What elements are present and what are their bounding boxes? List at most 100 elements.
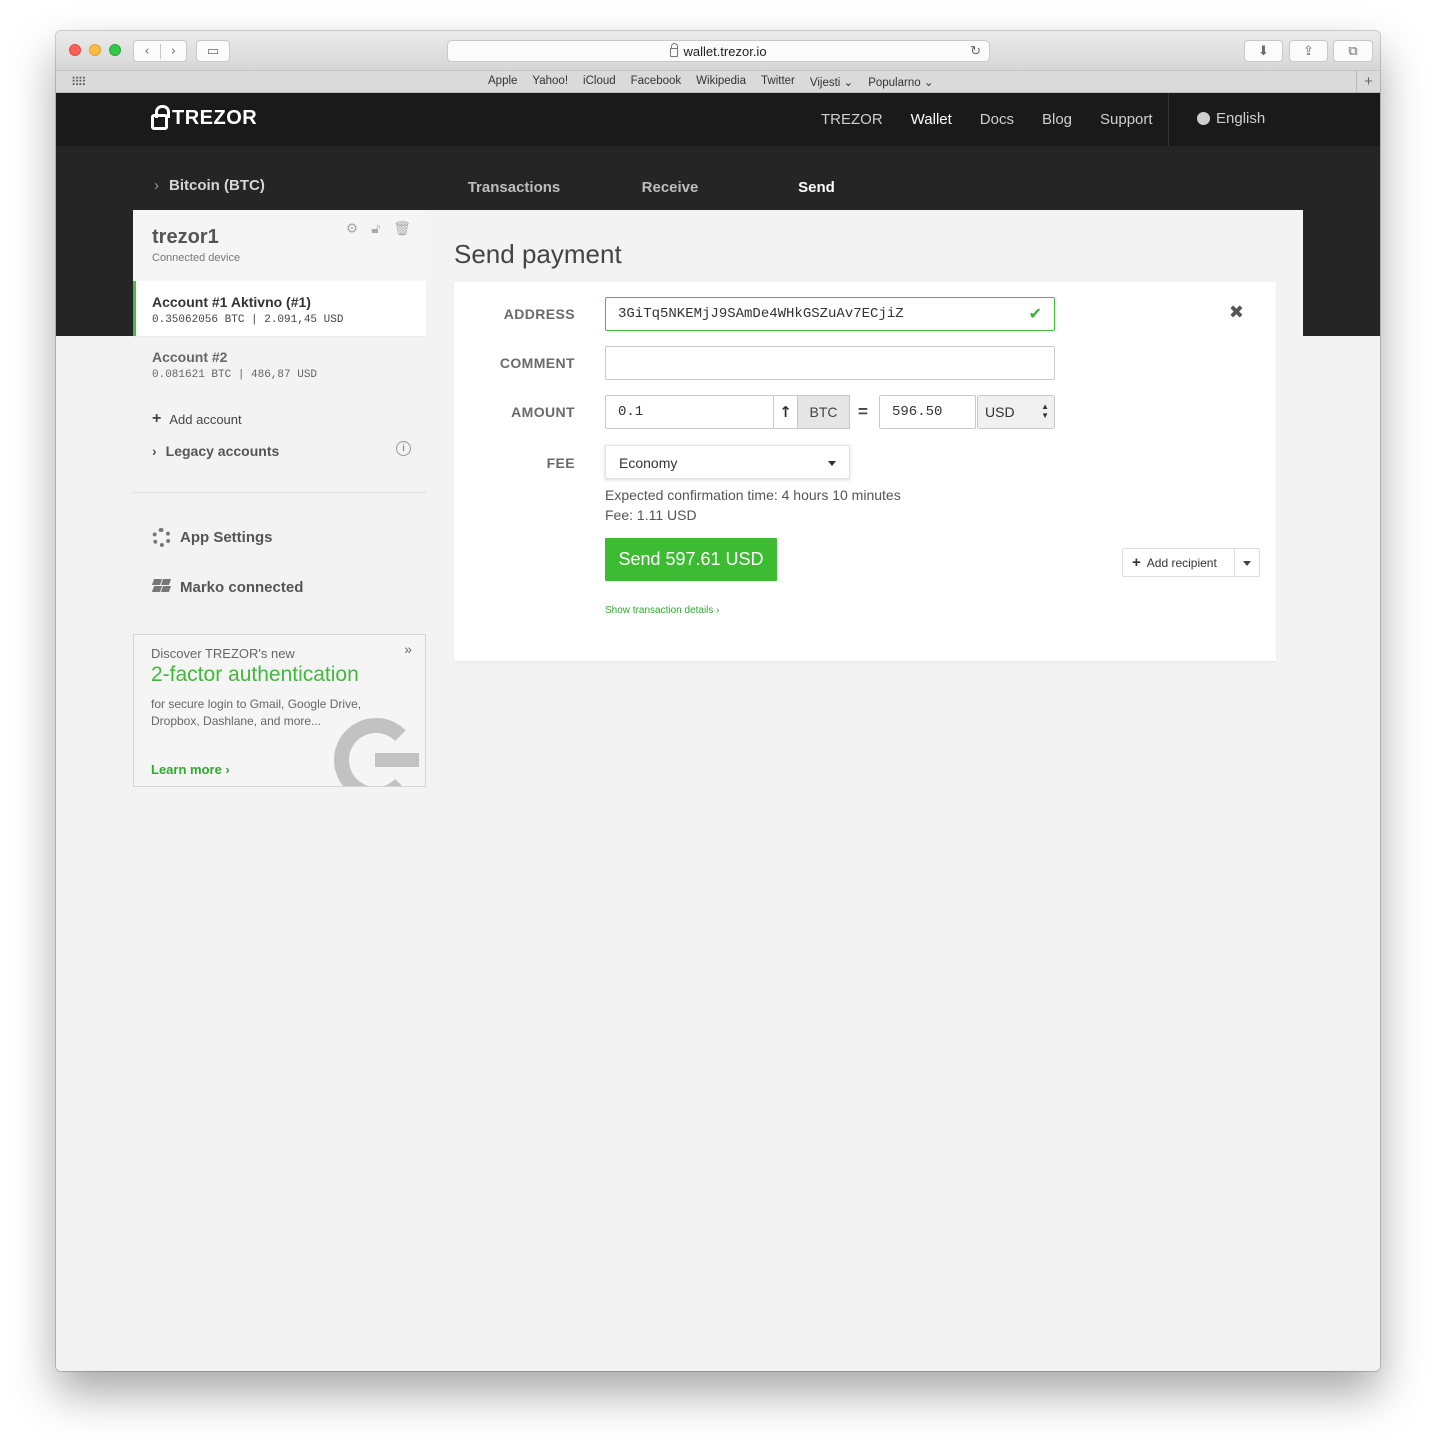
fiat-amount-input[interactable]: 596.50: [879, 395, 976, 429]
nav-docs[interactable]: Docs: [980, 111, 1014, 128]
arrow-up-icon[interactable]: ↑: [774, 395, 798, 429]
nav-wallet[interactable]: Wallet: [911, 111, 952, 128]
favorites-list: Apple Yahoo! iCloud Facebook Wikipedia T…: [488, 75, 933, 89]
address-label: ADDRESS: [503, 306, 575, 322]
browser-window: ‹ › ▭ wallet.trezor.io ↻ ⬇ ⇪ ⧉ ⠿⠿ Apple …: [56, 31, 1380, 1371]
equals-sign: =: [858, 402, 868, 421]
unlock-icon[interactable]: 🔓︎: [371, 221, 380, 237]
dropbox-link[interactable]: Marko connected: [133, 562, 426, 612]
send-button[interactable]: Send 597.61 USD: [605, 538, 777, 581]
trash-icon[interactable]: 🗑︎: [393, 221, 411, 237]
device-status: Connected device: [152, 252, 241, 264]
fee-level-select[interactable]: Economy: [605, 445, 850, 479]
device-actions: ⚙ 🔓︎ 🗑︎: [346, 221, 411, 237]
nav-support[interactable]: Support: [1100, 111, 1153, 128]
grid-icon[interactable]: ⠿⠿: [71, 75, 87, 89]
promo-title: 2-factor authentication: [151, 663, 359, 686]
nav-blog[interactable]: Blog: [1042, 111, 1072, 128]
chevron-right-icon: ›: [152, 443, 157, 459]
gear-icon: [152, 527, 171, 547]
account-name: Account #2: [152, 349, 228, 365]
google-logo-bar: [375, 753, 419, 767]
fiat-currency-value: USD: [985, 404, 1015, 420]
maximize-window-button[interactable]: [109, 44, 121, 56]
learn-more-link[interactable]: Learn more ›: [151, 762, 230, 777]
page-title: Send payment: [454, 239, 622, 269]
tabs-overview-icon[interactable]: ⧉: [1333, 40, 1373, 62]
app-settings-link[interactable]: App Settings: [133, 512, 426, 562]
lock-icon: [670, 43, 679, 57]
add-recipient-button[interactable]: + Add recipient: [1122, 548, 1260, 577]
info-icon[interactable]: i: [396, 441, 411, 456]
promo-dismiss-icon[interactable]: »: [404, 641, 412, 657]
send-form: ADDRESS 3GiTq5NKEMjJ9SAmDe4WHkGSZuAv7ECj…: [454, 282, 1276, 661]
coin-selector[interactable]: › Bitcoin (BTC): [154, 177, 265, 194]
fee-amount: Fee: 1.11 USD: [605, 507, 697, 523]
promo-pretitle: Discover TREZOR's new: [151, 646, 295, 661]
dropbox-label: Marko connected: [180, 578, 304, 596]
fiat-currency-select[interactable]: USD ▲ ▼: [977, 395, 1055, 429]
minimize-window-button[interactable]: [89, 44, 101, 56]
back-icon[interactable]: ‹: [134, 44, 160, 59]
fee-info: Expected confirmation time: 4 hours 10 m…: [605, 485, 901, 525]
language-label: English: [1216, 110, 1266, 127]
language-selector[interactable]: English: [1197, 110, 1265, 127]
favorite-link[interactable]: iCloud: [583, 75, 616, 89]
legacy-accounts-toggle[interactable]: › Legacy accounts i: [133, 433, 426, 473]
tab-receive[interactable]: Receive: [593, 165, 747, 214]
checkmark-icon: ✔: [1028, 304, 1042, 323]
close-window-button[interactable]: [69, 44, 81, 56]
account-balance: 0.081621 BTC | 486,87 USD: [152, 369, 318, 381]
history-nav: ‹ ›: [133, 40, 187, 62]
fee-label: FEE: [546, 455, 575, 471]
browser-toolbar: ‹ › ▭ wallet.trezor.io ↻ ⬇ ⇪ ⧉: [56, 31, 1380, 70]
share-icon[interactable]: ⇪: [1289, 40, 1328, 62]
download-icon[interactable]: ⬇: [1244, 40, 1283, 62]
confirmation-time: Expected confirmation time: 4 hours 10 m…: [605, 487, 901, 503]
site-header: TREZOR TREZOR Wallet Docs Blog Support E…: [56, 93, 1380, 146]
address-value: 3GiTq5NKEMjJ9SAmDe4WHkGSZuAv7ECjiZ: [618, 306, 904, 322]
nav-trezor[interactable]: TREZOR: [821, 111, 883, 128]
plus-icon: +: [152, 410, 162, 427]
favorite-link[interactable]: Twitter: [761, 75, 795, 89]
globe-icon: [1197, 112, 1210, 125]
legacy-accounts-label: Legacy accounts: [165, 443, 280, 459]
updown-arrows-icon: ▲ ▼: [1041, 402, 1049, 420]
sidebar-toggle-icon[interactable]: ▭: [196, 40, 230, 62]
reload-icon[interactable]: ↻: [970, 43, 981, 59]
forward-icon[interactable]: ›: [159, 43, 186, 59]
learn-more-label: Learn more: [151, 762, 222, 777]
device-header: trezor1 Connected device ⚙ 🔓︎ 🗑︎: [133, 210, 426, 281]
account-balance: 0.35062056 BTC | 2.091,45 USD: [152, 314, 344, 326]
comment-label: COMMENT: [499, 355, 575, 371]
comment-input[interactable]: [605, 346, 1055, 380]
favorite-link[interactable]: Facebook: [631, 75, 682, 89]
settings-icon[interactable]: ⚙: [346, 221, 359, 237]
favorite-folder[interactable]: Vijesti ⌄: [810, 75, 853, 89]
add-account-label: Add account: [169, 411, 242, 427]
add-account-button[interactable]: + Add account: [133, 391, 426, 433]
caret-down-icon: [828, 461, 836, 466]
trezor-logo[interactable]: TREZOR: [151, 105, 257, 130]
favorite-link[interactable]: Apple: [488, 75, 517, 89]
account-item-1[interactable]: Account #1 Aktivno (#1) 0.35062056 BTC |…: [133, 281, 426, 336]
favorite-link[interactable]: Wikipedia: [696, 75, 746, 89]
show-transaction-details-link[interactable]: Show transaction details ›: [605, 605, 720, 616]
favorite-folder[interactable]: Popularno ⌄: [868, 75, 933, 89]
app-settings-label: App Settings: [180, 528, 273, 546]
url-bar[interactable]: wallet.trezor.io ↻: [447, 40, 990, 62]
chevron-right-icon: ›: [154, 177, 159, 194]
new-tab-icon[interactable]: +: [1356, 71, 1380, 93]
plus-icon: +: [1132, 554, 1141, 571]
amount-input[interactable]: 0.1: [605, 395, 774, 429]
chevron-down-icon[interactable]: [1234, 549, 1259, 576]
close-icon[interactable]: ✖: [1229, 302, 1244, 323]
divider: [1168, 93, 1169, 146]
tab-send[interactable]: Send: [778, 165, 855, 214]
add-recipient-content: + Add recipient: [1132, 554, 1217, 571]
tab-transactions[interactable]: Transactions: [453, 165, 575, 214]
account-item-2[interactable]: Account #2 0.081621 BTC | 486,87 USD: [133, 336, 426, 391]
favorite-link[interactable]: Yahoo!: [532, 75, 568, 89]
dropbox-icon: [151, 579, 172, 595]
address-input[interactable]: 3GiTq5NKEMjJ9SAmDe4WHkGSZuAv7ECjiZ ✔: [605, 297, 1055, 331]
